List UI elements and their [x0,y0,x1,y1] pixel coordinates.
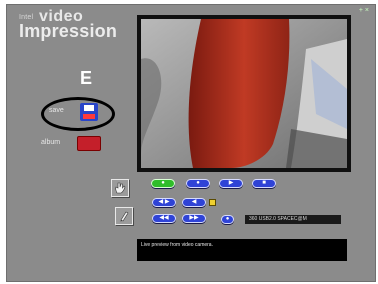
camera-select-glyph: ● [225,216,230,222]
video-preview [137,15,351,172]
prev-button[interactable]: ◀ [182,198,206,207]
marker-e: E [80,68,93,88]
pen-icon [120,211,129,222]
rewind-button[interactable]: ◀◀ [152,214,176,223]
pen-tool-button[interactable] [115,207,133,225]
video-feed [141,19,347,168]
brand-title: Impression [19,21,118,41]
status-message: Live preview from video camera. [137,239,347,261]
preview-glyph: ● [161,180,165,186]
floppy-label-strip [83,114,95,119]
preview-button[interactable]: ● [151,179,175,188]
save-callout-ring [41,97,115,131]
record-button[interactable]: ● [186,179,210,188]
indicator-square [209,199,216,206]
play-button[interactable]: ▶ [219,179,243,188]
stop-glyph: ■ [262,180,266,186]
rewind-glyph: ◀◀ [159,215,169,221]
save-label[interactable]: save [49,107,64,114]
prev-glyph: ◀ [191,199,197,205]
window-controls[interactable]: + × [359,7,369,14]
floppy-shutter [84,105,94,111]
hand-tool-button[interactable] [111,179,129,197]
left-right-glyph: ◀ ▶ [158,199,170,205]
forward-glyph: ▶▶ [189,215,199,221]
photo-album-icon[interactable] [77,136,101,151]
album-label[interactable]: album [41,139,60,146]
video-impression-window: Intel video Impression + × E A B C D sav… [6,4,376,282]
play-glyph: ▶ [228,180,234,186]
camera-status-field: 360 USB2.0 SPACEC@M [245,215,341,224]
record-glyph: ● [196,180,200,186]
video-frame-image [141,19,347,168]
hand-icon [115,182,126,194]
forward-button[interactable]: ▶▶ [182,214,206,223]
left-right-button[interactable]: ◀ ▶ [152,198,176,207]
stop-button[interactable]: ■ [252,179,276,188]
brand-vendor: Intel [19,14,34,21]
camera-select-button[interactable]: ● [221,215,234,224]
floppy-disk-icon[interactable] [80,103,98,121]
